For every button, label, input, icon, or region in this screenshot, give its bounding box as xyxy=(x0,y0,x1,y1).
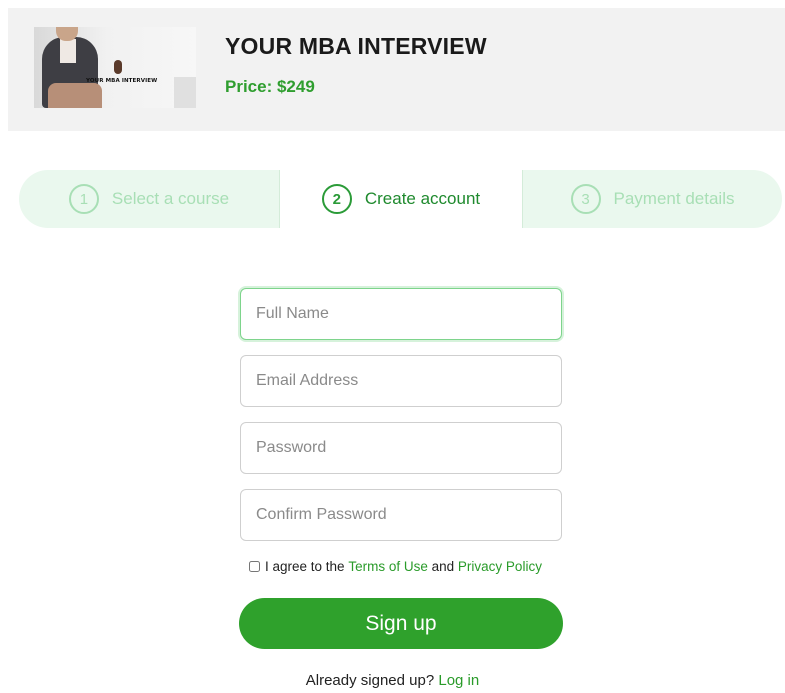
log-in-link[interactable]: Log in xyxy=(438,672,479,689)
course-price: Price: $249 xyxy=(225,77,315,96)
step-label-payment-details: Payment details xyxy=(613,189,735,208)
full-name-field[interactable] xyxy=(240,288,562,340)
course-thumbnail: YOUR MBA INTERVIEW xyxy=(34,27,196,108)
course-header: YOUR MBA INTERVIEW YOUR MBA INTERVIEW Pr… xyxy=(8,8,785,131)
sign-up-button[interactable]: Sign up xyxy=(239,598,563,649)
step-select-course[interactable]: 1 Select a course xyxy=(19,170,279,228)
microphone-icon xyxy=(114,60,122,74)
login-prompt: Already signed up? Log in xyxy=(0,672,785,689)
step-number-2: 2 xyxy=(321,184,352,214)
privacy-policy-link[interactable]: Privacy Policy xyxy=(458,559,542,574)
step-create-account: 2 Create account xyxy=(279,170,523,228)
login-prompt-text: Already signed up? xyxy=(305,672,435,689)
step-label-select-course: Select a course xyxy=(111,189,230,208)
email-field[interactable] xyxy=(240,355,562,407)
confirm-password-field[interactable] xyxy=(240,489,562,541)
terms-of-use-link[interactable]: Terms of Use xyxy=(348,559,428,574)
password-field[interactable] xyxy=(240,422,562,474)
step-number-3: 3 xyxy=(570,184,601,214)
agree-prefix: I agree to the xyxy=(265,559,345,574)
thumbnail-logo-text: YOUR MBA INTERVIEW xyxy=(86,78,158,84)
step-payment-details: 3 Payment details xyxy=(523,170,782,228)
course-title: YOUR MBA INTERVIEW xyxy=(225,33,487,59)
agree-terms-row: I agree to the Terms of Use and Privacy … xyxy=(249,559,542,574)
step-label-create-account: Create account xyxy=(364,189,481,208)
step-number-1: 1 xyxy=(68,184,99,214)
checkout-steps: 1 Select a course 2 Create account 3 Pay… xyxy=(19,170,782,228)
agree-terms-checkbox[interactable] xyxy=(249,561,260,572)
signup-form xyxy=(240,288,562,556)
agree-conjunction: and xyxy=(431,559,455,574)
